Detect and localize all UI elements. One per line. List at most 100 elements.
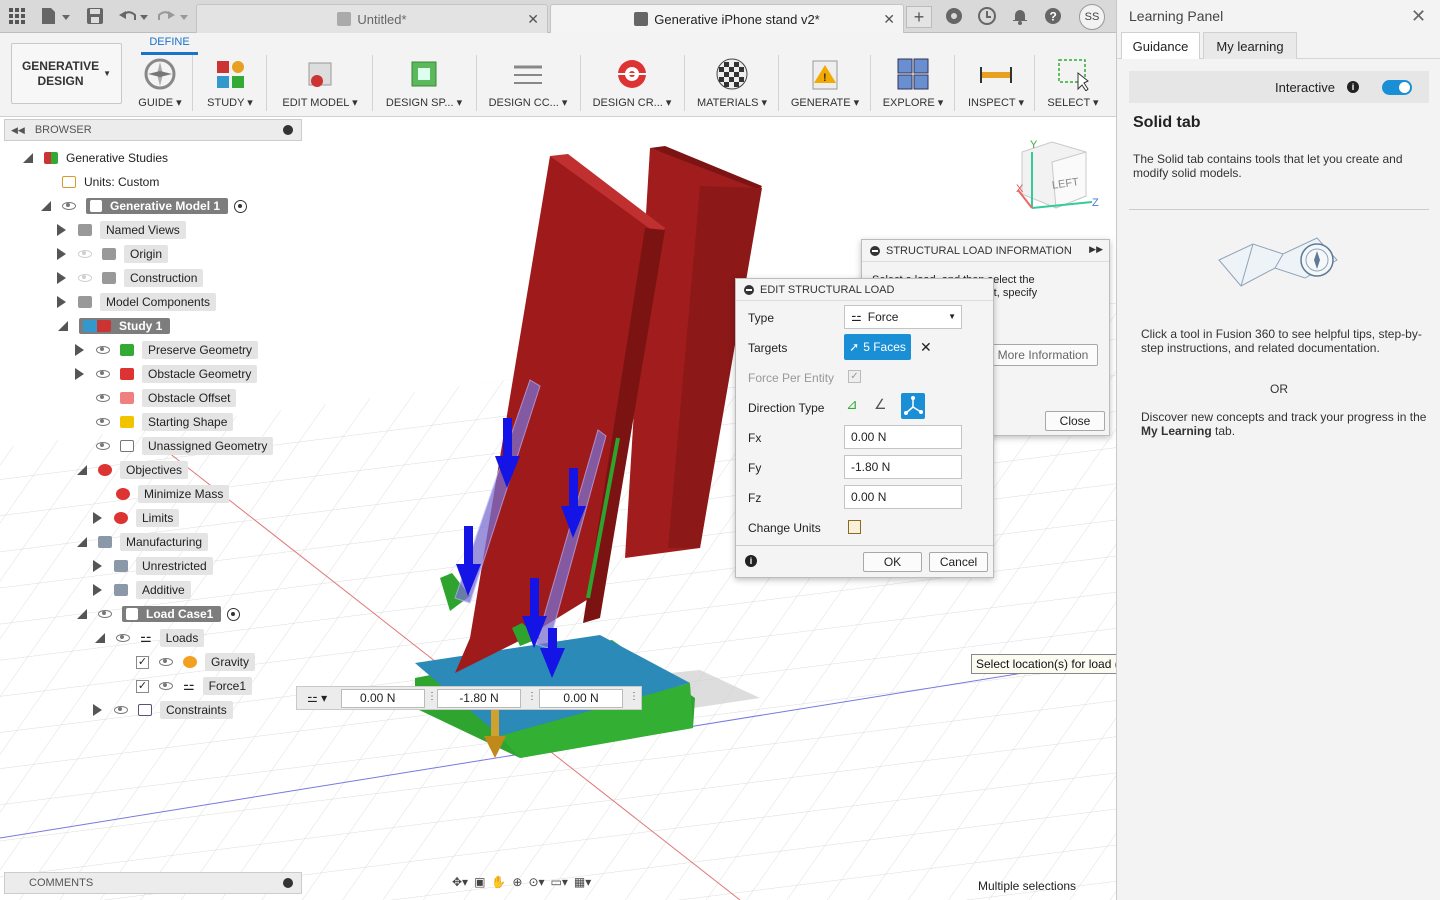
undo-icon[interactable] xyxy=(118,7,148,25)
grid-settings-icon[interactable]: ▦▾ xyxy=(574,875,591,889)
display-settings-icon[interactable]: ▭▾ xyxy=(551,875,568,889)
info-icon[interactable]: i xyxy=(1347,81,1359,93)
file-menu-icon[interactable] xyxy=(40,7,70,25)
collapse-triangle-icon[interactable] xyxy=(94,632,106,644)
select-button[interactable]: SELECT ▾ xyxy=(1044,55,1102,113)
fy-input[interactable]: -1.80 N xyxy=(844,455,962,479)
browser-header[interactable]: ◀◀ BROWSER xyxy=(4,119,302,141)
generate-button[interactable]: ! GENERATE ▾ xyxy=(790,55,860,113)
visibility-eye-icon[interactable] xyxy=(159,682,173,690)
close-button[interactable]: Close xyxy=(1045,411,1105,431)
help-icon[interactable]: ? xyxy=(1044,7,1062,25)
tab-define[interactable]: DEFINE xyxy=(141,36,198,55)
extensions-icon[interactable] xyxy=(945,7,963,25)
collapse-triangle-icon[interactable] xyxy=(22,152,34,164)
change-units-icon[interactable] xyxy=(848,520,861,534)
more-icon[interactable]: ⋮ xyxy=(527,691,537,702)
force-type-icon[interactable]: ⚍ ▾ xyxy=(307,691,327,705)
clear-selection-icon[interactable]: ✕ xyxy=(920,339,932,356)
expand-triangle-icon[interactable] xyxy=(93,560,102,572)
tree-item-gravity[interactable]: ✓ Gravity xyxy=(136,652,256,672)
gravity-checkbox[interactable]: ✓ xyxy=(136,655,149,669)
visibility-eye-icon[interactable] xyxy=(96,346,110,354)
tree-item-obstacle-offset[interactable]: Obstacle Offset xyxy=(96,388,237,408)
job-status-icon[interactable] xyxy=(978,7,996,25)
fy-canvas-input[interactable]: -1.80 N xyxy=(437,689,521,708)
tree-item-loads[interactable]: ⚍ Loads xyxy=(94,628,205,648)
tree-item-manufacturing[interactable]: Manufacturing xyxy=(76,532,209,552)
guide-button[interactable]: GUIDE ▾ xyxy=(136,55,184,113)
vector-components-button[interactable] xyxy=(901,393,925,419)
force-checkbox[interactable]: ✓ xyxy=(136,679,149,693)
activate-radio-icon[interactable] xyxy=(227,607,241,621)
collapse-dialog-icon[interactable] xyxy=(870,245,880,256)
save-icon[interactable] xyxy=(86,7,104,25)
collapse-triangle-icon[interactable] xyxy=(57,320,69,332)
browser-options-icon[interactable] xyxy=(283,125,293,135)
notifications-icon[interactable] xyxy=(1011,7,1029,25)
tree-item-generative-studies[interactable]: Generative Studies xyxy=(22,148,168,168)
tree-item-named-views[interactable]: Named Views xyxy=(57,220,186,240)
expand-triangle-icon[interactable] xyxy=(57,272,66,284)
zoom-icon[interactable]: ⊕ xyxy=(512,875,522,889)
look-at-icon[interactable]: ▣ xyxy=(474,875,485,889)
targets-selection-button[interactable]: ➚ 5 Faces xyxy=(844,334,911,360)
cancel-button[interactable]: Cancel xyxy=(929,552,988,572)
expand-triangle-icon[interactable] xyxy=(93,512,102,524)
tree-item-units[interactable]: Units: Custom xyxy=(62,172,159,192)
normal-direction-icon[interactable]: ⊿ xyxy=(846,396,866,416)
collapse-dialog-icon[interactable] xyxy=(744,284,754,295)
visibility-eye-icon[interactable] xyxy=(96,418,110,426)
tree-item-additive[interactable]: Additive xyxy=(93,580,191,600)
new-tab-button[interactable]: + xyxy=(906,6,932,28)
visibility-eye-icon[interactable] xyxy=(78,250,92,258)
orbit-icon[interactable]: ✥▾ xyxy=(452,875,468,889)
tree-item-limits[interactable]: Limits xyxy=(93,508,180,528)
tree-item-load-case[interactable]: Load Case1 xyxy=(76,604,241,624)
design-conditions-button[interactable]: DESIGN CC... ▾ xyxy=(488,55,568,113)
expand-triangle-icon[interactable] xyxy=(57,248,66,260)
close-tab-icon[interactable]: ✕ xyxy=(527,11,539,28)
tree-item-origin[interactable]: Origin xyxy=(57,244,169,264)
expand-triangle-icon[interactable] xyxy=(75,368,84,380)
expand-triangle-icon[interactable] xyxy=(75,344,84,356)
tab-my-learning[interactable]: My learning xyxy=(1203,32,1297,59)
visibility-eye-icon[interactable] xyxy=(96,394,110,402)
materials-button[interactable]: MATERIALS ▾ xyxy=(696,55,768,113)
tree-item-force1[interactable]: ✓ ⚍ Force1 xyxy=(136,676,253,696)
expand-panel-icon[interactable]: ▶▶ xyxy=(1089,244,1103,255)
collapse-triangle-icon[interactable] xyxy=(76,536,88,548)
tree-item-unassigned-geometry[interactable]: Unassigned Geometry xyxy=(96,436,274,456)
expand-triangle-icon[interactable] xyxy=(57,296,66,308)
comments-panel[interactable]: COMMENTS xyxy=(4,872,302,894)
type-select[interactable]: ⚍ Force ▼ xyxy=(844,305,962,329)
force-per-entity-checkbox[interactable]: ✓ xyxy=(848,370,861,383)
visibility-eye-icon[interactable] xyxy=(114,706,128,714)
tree-item-construction[interactable]: Construction xyxy=(57,268,204,288)
collapse-triangle-icon[interactable] xyxy=(40,200,52,212)
fz-canvas-input[interactable]: 0.00 N xyxy=(539,689,623,708)
tree-item-unrestricted[interactable]: Unrestricted xyxy=(93,556,213,576)
add-comment-icon[interactable] xyxy=(283,878,293,888)
expand-triangle-icon[interactable] xyxy=(57,224,66,236)
tree-item-objectives[interactable]: Objectives xyxy=(76,460,189,480)
collapse-browser-icon[interactable]: ◀◀ xyxy=(11,125,25,136)
user-avatar[interactable]: SS xyxy=(1079,4,1105,30)
info-icon[interactable]: i xyxy=(745,555,757,567)
more-icon[interactable]: ⋮ xyxy=(629,691,639,702)
angle-direction-icon[interactable]: ∠ xyxy=(874,396,894,416)
dialog-header[interactable]: STRUCTURAL LOAD INFORMATION ▶▶ xyxy=(862,240,1109,262)
tree-item-starting-shape[interactable]: Starting Shape xyxy=(96,412,234,432)
tree-item-study-1[interactable]: Study 1 xyxy=(57,316,171,336)
tree-item-obstacle-geometry[interactable]: Obstacle Geometry xyxy=(75,364,258,384)
close-tab-icon[interactable]: ✕ xyxy=(883,11,895,28)
expand-triangle-icon[interactable] xyxy=(93,584,102,596)
tree-item-minimize-mass[interactable]: Minimize Mass xyxy=(116,484,230,504)
workspace-switcher-button[interactable]: GENERATIVE DESIGN ▼ xyxy=(11,43,122,104)
document-tab-iphone-stand[interactable]: Generative iPhone stand v2* ✕ xyxy=(550,4,904,33)
tree-item-model-components[interactable]: Model Components xyxy=(57,292,217,312)
expand-triangle-icon[interactable] xyxy=(93,704,102,716)
fx-input[interactable]: 0.00 N xyxy=(844,425,962,449)
fz-input[interactable]: 0.00 N xyxy=(844,485,962,509)
document-tab-untitled[interactable]: Untitled* ✕ xyxy=(196,4,548,33)
